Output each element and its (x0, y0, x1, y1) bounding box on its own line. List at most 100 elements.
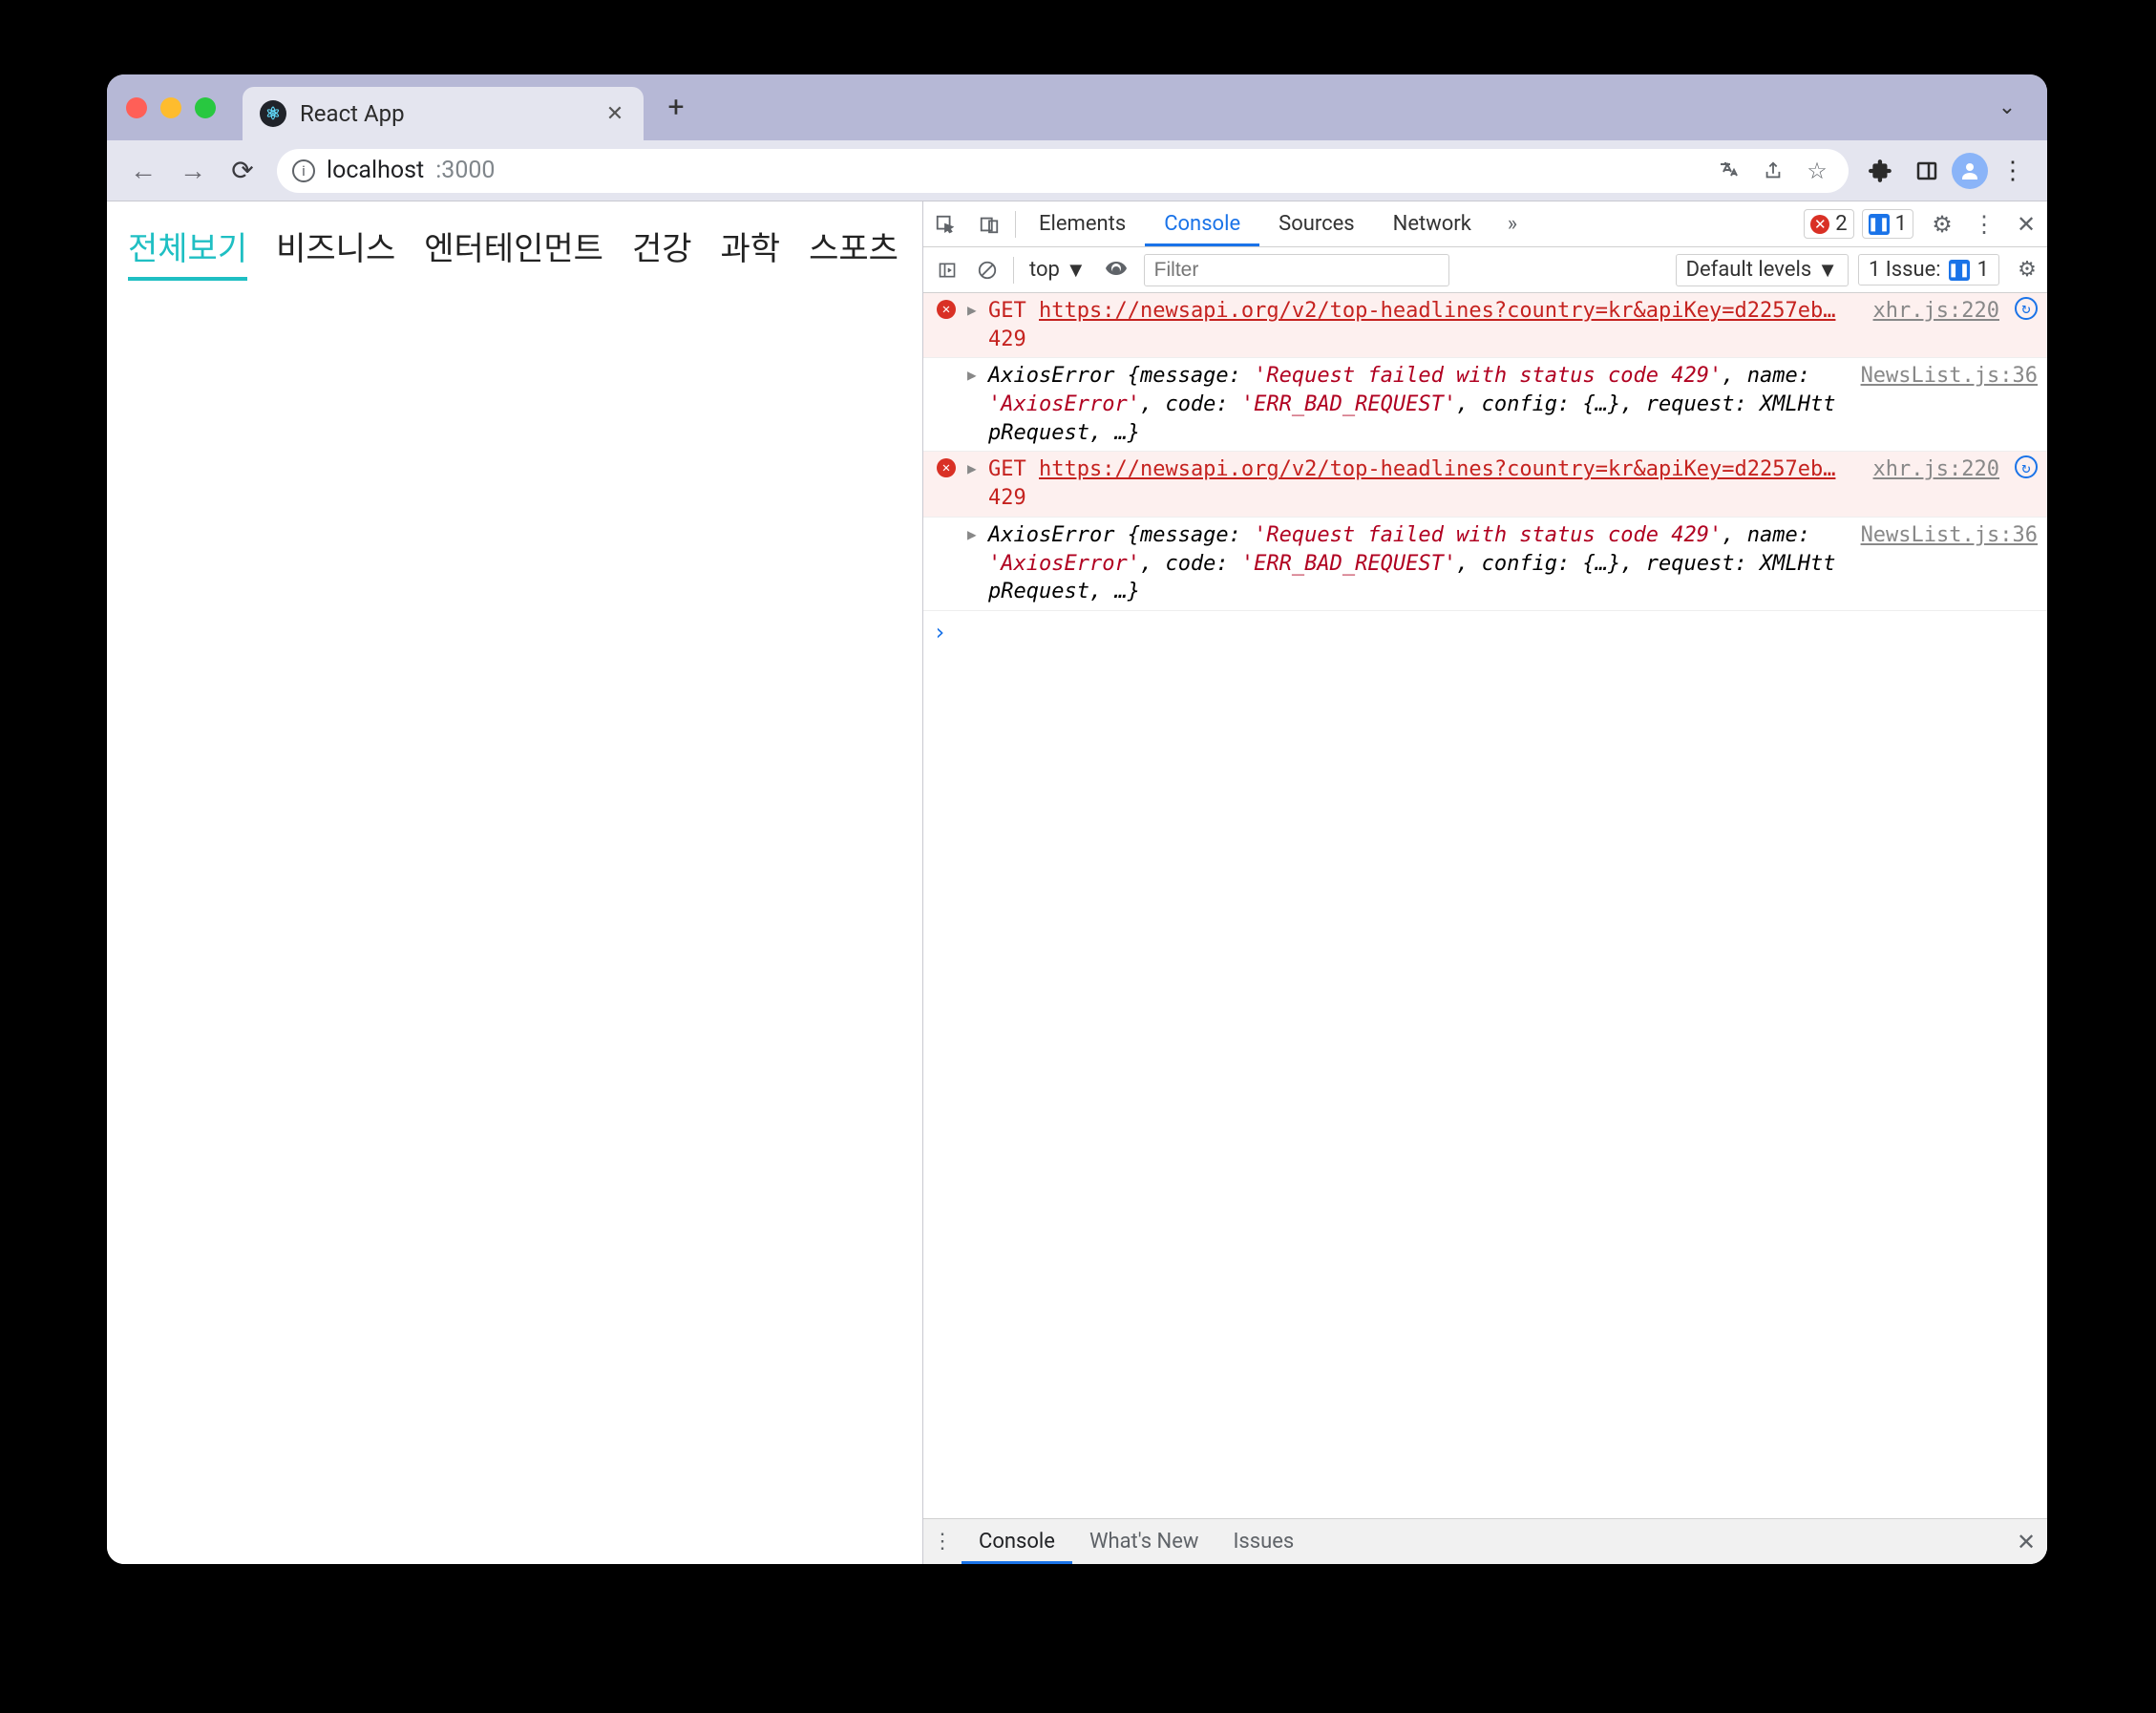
network-icon[interactable]: ↻ (2015, 455, 2038, 478)
console-toolbar: top ▼ Default levels ▼ 1 Issue: ❚❚ 1 ⚙ (923, 247, 2047, 293)
drawer-tab-console[interactable]: Console (962, 1519, 1072, 1564)
tab-elements[interactable]: Elements (1020, 201, 1145, 246)
console-log-row[interactable]: ▶ AxiosError {message: 'Request failed w… (923, 358, 2047, 452)
settings-icon[interactable]: ⚙ (1921, 203, 1963, 245)
source-link[interactable]: NewsList.js:36 (1851, 521, 2038, 606)
console-log-row[interactable]: ▶ AxiosError {message: 'Request failed w… (923, 518, 2047, 611)
tab-console[interactable]: Console (1145, 201, 1259, 246)
live-expression-icon[interactable] (1096, 250, 1136, 290)
side-panel-button[interactable] (1906, 150, 1948, 192)
issue-icon: ❚❚ (1949, 260, 1970, 281)
devtools-drawer: ⋮ Console What's New Issues ✕ (923, 1518, 2047, 1564)
devtools-panel: Elements Console Sources Network » ✕ 2 ❚… (923, 201, 2047, 1564)
tabs-dropdown-button[interactable]: ⌄ (1988, 89, 2026, 127)
request-url[interactable]: https://newsapi.org/v2/top-headlines?cou… (1039, 457, 1835, 481)
source-link[interactable]: xhr.js:220 (1864, 297, 1999, 353)
source-link[interactable]: xhr.js:220 (1864, 455, 1999, 512)
request-url[interactable]: https://newsapi.org/v2/top-headlines?cou… (1039, 299, 1835, 323)
category-sports[interactable]: 스포츠 (809, 222, 898, 281)
clear-console-icon[interactable] (967, 250, 1007, 290)
close-drawer-icon[interactable]: ✕ (2005, 1521, 2047, 1563)
filter-input[interactable] (1144, 254, 1449, 286)
back-button[interactable]: ← (120, 148, 166, 194)
tab-network[interactable]: Network (1374, 201, 1490, 246)
new-tab-button[interactable]: + (657, 89, 695, 127)
dropdown-icon: ▼ (1817, 258, 1838, 283)
address-bar[interactable]: i localhost :3000 ☆ (277, 149, 1849, 193)
info-badge[interactable]: ❚❚ 1 (1862, 209, 1913, 239)
info-count: 1 (1895, 212, 1907, 236)
profile-avatar[interactable] (1952, 153, 1988, 189)
content-split: 전체보기 비즈니스 엔터테인먼트 건강 과학 스포츠 Elements Cons… (107, 201, 2047, 1564)
error-count: 2 (1835, 212, 1847, 236)
console-settings-icon[interactable]: ⚙ (2007, 250, 2047, 290)
drawer-tab-issues[interactable]: Issues (1215, 1519, 1311, 1564)
console-error-row[interactable]: ✕ ▶ GET https://newsapi.org/v2/top-headl… (923, 452, 2047, 517)
issues-label: 1 Issue: (1869, 258, 1941, 282)
more-icon[interactable]: ⋮ (1963, 203, 2005, 245)
category-all[interactable]: 전체보기 (128, 222, 247, 281)
levels-label: Default levels (1686, 258, 1812, 282)
error-name: AxiosError (988, 364, 1128, 388)
http-method: GET (988, 457, 1026, 481)
tab-sources[interactable]: Sources (1259, 201, 1374, 246)
issues-button[interactable]: 1 Issue: ❚❚ 1 (1858, 254, 1999, 286)
inspect-element-icon[interactable] (923, 202, 967, 246)
more-tabs-icon[interactable]: » (1490, 202, 1534, 246)
devtools-tabbar: Elements Console Sources Network » ✕ 2 ❚… (923, 201, 2047, 247)
bookmark-icon[interactable]: ☆ (1801, 155, 1833, 187)
disclosure-icon[interactable]: ▶ (967, 455, 981, 512)
window-controls (118, 97, 243, 118)
info-icon: ❚❚ (1869, 214, 1890, 235)
forward-button[interactable]: → (170, 148, 216, 194)
close-tab-button[interactable]: ✕ (603, 102, 626, 125)
close-devtools-icon[interactable]: ✕ (2005, 203, 2047, 245)
browser-tab[interactable]: ⚛ React App ✕ (243, 87, 644, 140)
url-port: :3000 (435, 157, 495, 184)
console-error-row[interactable]: ✕ ▶ GET https://newsapi.org/v2/top-headl… (923, 293, 2047, 358)
category-health[interactable]: 건강 (632, 222, 692, 281)
console-prompt[interactable]: › (923, 611, 2047, 653)
url-host: localhost (327, 157, 424, 184)
translate-icon[interactable] (1713, 155, 1745, 187)
drawer-tab-whatsnew[interactable]: What's New (1072, 1519, 1216, 1564)
maximize-window-button[interactable] (195, 97, 216, 118)
status-code: 429 (988, 328, 1026, 351)
chrome-menu-button[interactable]: ⋮ (1992, 150, 2034, 192)
tab-strip: ⚛ React App ✕ + ⌄ (107, 74, 2047, 140)
error-name: AxiosError (988, 523, 1128, 547)
issues-count: 1 (1977, 258, 1989, 282)
error-icon: ✕ (937, 300, 956, 319)
log-levels-selector[interactable]: Default levels ▼ (1676, 254, 1849, 286)
category-nav: 전체보기 비즈니스 엔터테인먼트 건강 과학 스포츠 (107, 201, 922, 281)
extensions-button[interactable] (1860, 150, 1902, 192)
status-code: 429 (988, 486, 1026, 510)
error-icon: ✕ (937, 458, 956, 477)
source-link[interactable]: NewsList.js:36 (1851, 362, 2038, 447)
category-entertainment[interactable]: 엔터테인먼트 (424, 222, 603, 281)
device-toolbar-icon[interactable] (967, 202, 1011, 246)
reload-button[interactable]: ⟳ (220, 148, 265, 194)
drawer-more-icon[interactable]: ⋮ (923, 1523, 962, 1561)
category-business[interactable]: 비즈니스 (276, 222, 395, 281)
share-icon[interactable] (1757, 155, 1789, 187)
browser-window: ⚛ React App ✕ + ⌄ ← → ⟳ i localhost :3000… (107, 74, 2047, 1564)
disclosure-icon[interactable]: ▶ (967, 297, 981, 353)
react-favicon: ⚛ (260, 100, 286, 127)
minimize-window-button[interactable] (160, 97, 181, 118)
tab-title: React App (300, 100, 590, 127)
category-science[interactable]: 과학 (721, 222, 781, 281)
http-method: GET (988, 299, 1026, 323)
context-selector[interactable]: top ▼ (1020, 258, 1096, 283)
error-badge[interactable]: ✕ 2 (1804, 209, 1853, 239)
sidebar-toggle-icon[interactable] (927, 250, 967, 290)
close-window-button[interactable] (126, 97, 147, 118)
disclosure-icon[interactable]: ▶ (967, 521, 981, 606)
site-info-icon[interactable]: i (292, 159, 315, 182)
toolbar: ← → ⟳ i localhost :3000 ☆ ⋮ (107, 140, 2047, 201)
network-icon[interactable]: ↻ (2015, 297, 2038, 320)
dropdown-icon: ▼ (1066, 258, 1087, 283)
disclosure-icon[interactable]: ▶ (967, 362, 981, 447)
context-label: top (1029, 258, 1060, 282)
error-icon: ✕ (1810, 215, 1829, 234)
